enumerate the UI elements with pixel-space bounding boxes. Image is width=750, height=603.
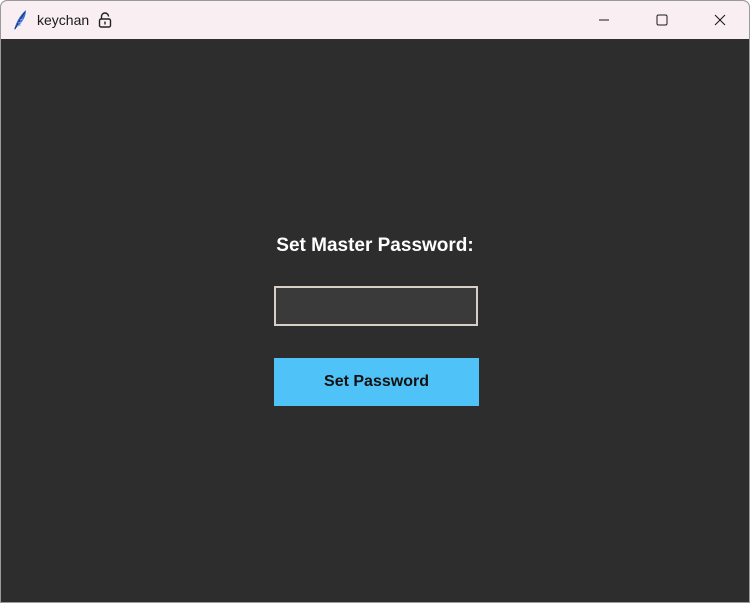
main-content: Set Master Password: Set Password <box>1 39 749 602</box>
maximize-icon <box>656 14 668 26</box>
master-password-input[interactable] <box>274 286 478 326</box>
minimize-button[interactable] <box>575 1 633 39</box>
set-password-button[interactable]: Set Password <box>274 358 479 406</box>
feather-icon <box>11 9 29 31</box>
close-icon <box>714 14 726 26</box>
app-window: keychan Set Master Password: Set Passwor… <box>0 0 750 603</box>
master-password-label: Set Master Password: <box>276 235 474 256</box>
minimize-icon <box>598 14 610 26</box>
unlocked-padlock-icon <box>98 12 112 28</box>
title-bar[interactable]: keychan <box>1 1 749 39</box>
close-button[interactable] <box>691 1 749 39</box>
maximize-button[interactable] <box>633 1 691 39</box>
window-title: keychan <box>37 12 90 28</box>
